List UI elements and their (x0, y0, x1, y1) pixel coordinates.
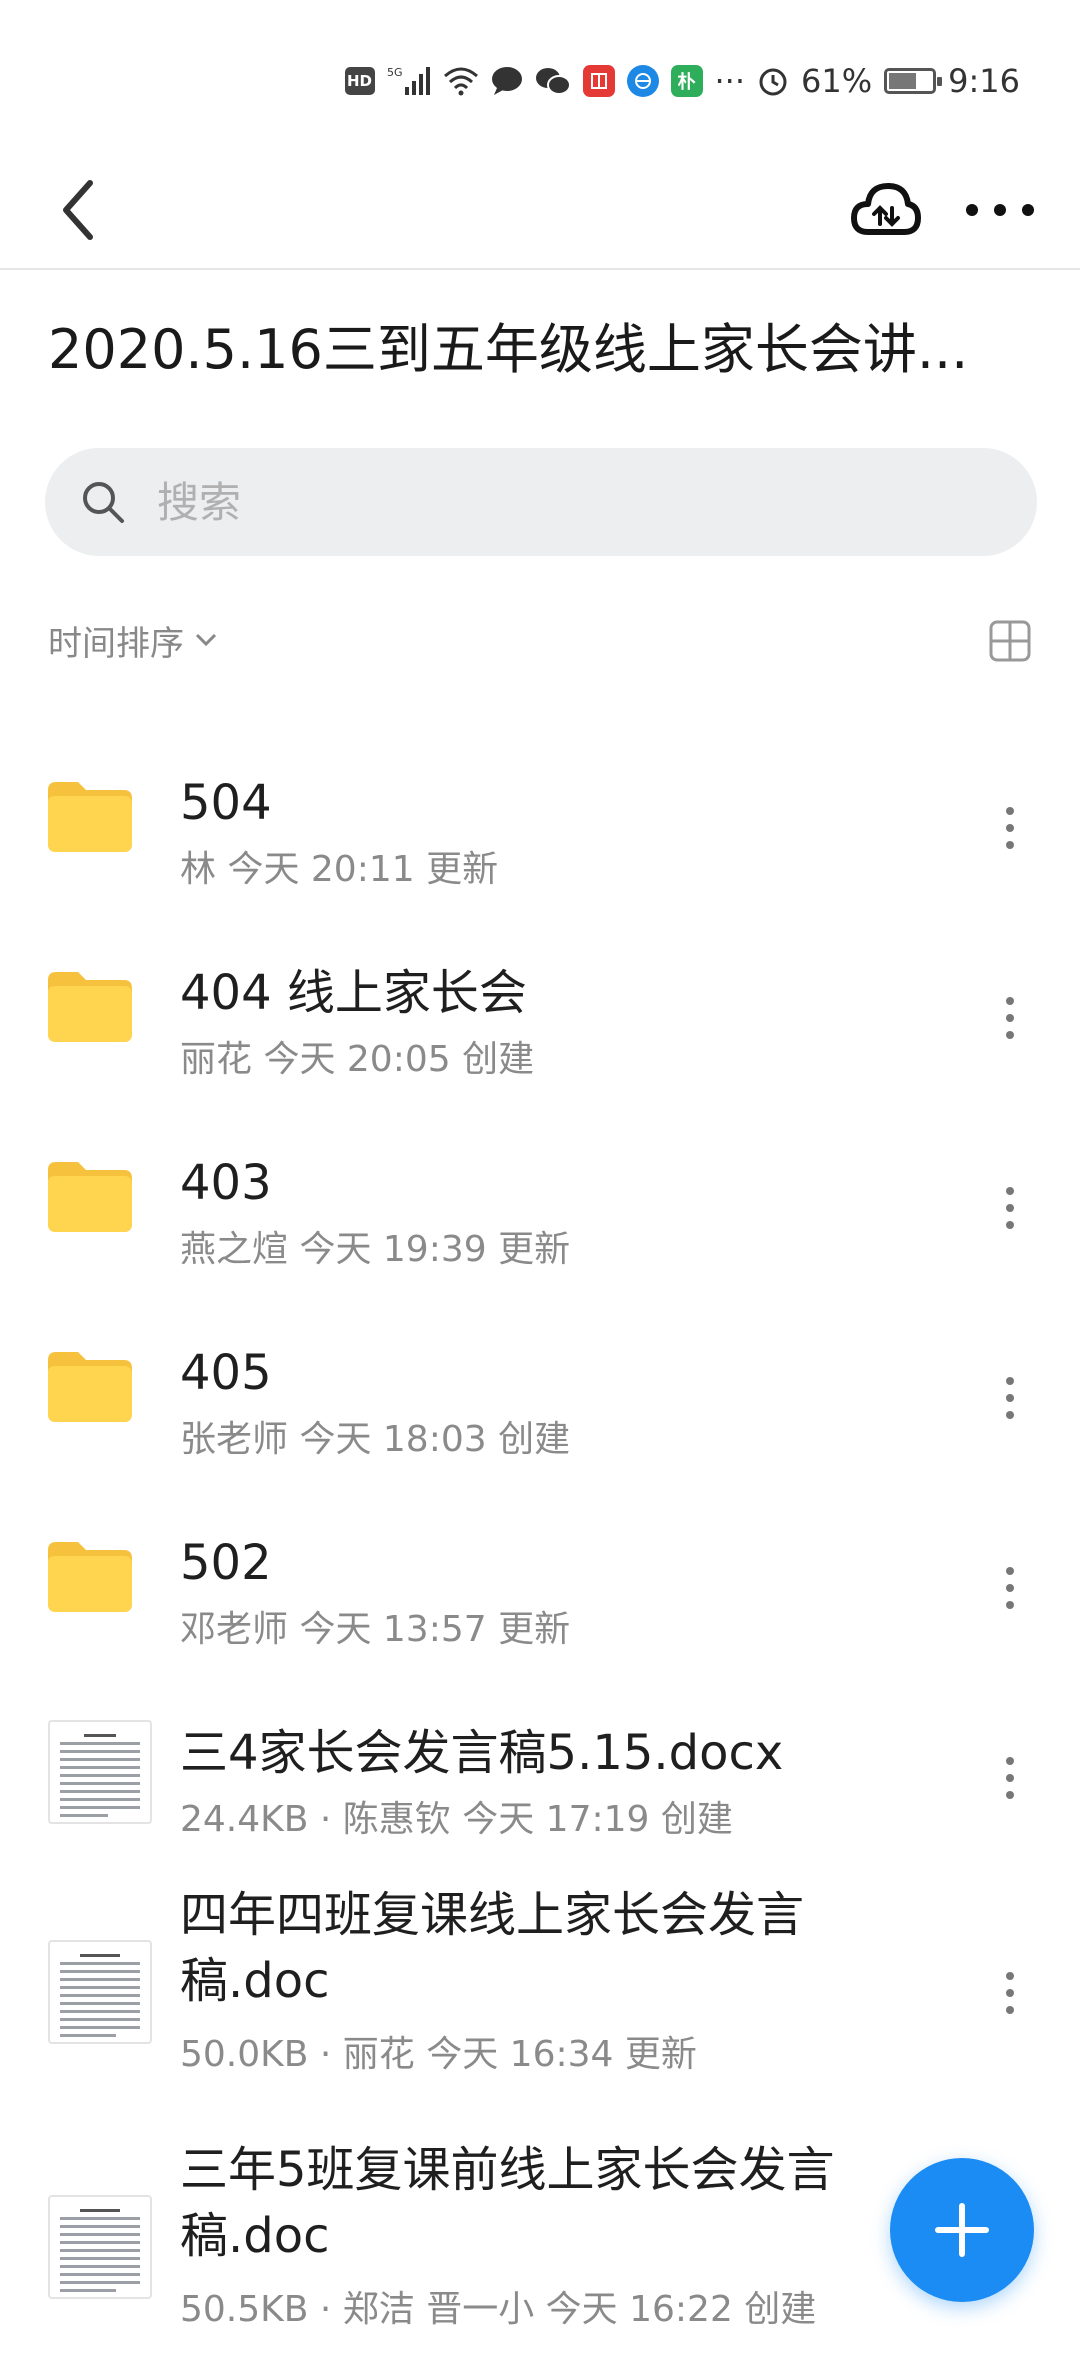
folder-icon (48, 782, 132, 856)
item-menu-button[interactable] (985, 1743, 1035, 1813)
search-icon (75, 474, 131, 530)
wechat-icon (535, 66, 571, 96)
cloud-sync-button[interactable] (846, 170, 926, 250)
file-meta: 50.5KB · 郑洁 晋一小 今天 16:22 创建 (180, 2289, 817, 2330)
file-meta: 50.0KB · 丽花 今天 16:34 更新 (180, 2034, 697, 2075)
search-input[interactable] (157, 477, 957, 527)
file-name: 405 (180, 1345, 272, 1401)
cloud-sync-icon (851, 183, 921, 235)
status-bar: HD 5G 朴 ··· 61% 9:16 (0, 0, 1080, 150)
file-name: 三4家长会发言稿5.15.docx (180, 1725, 784, 1781)
item-menu-button[interactable] (985, 793, 1035, 863)
file-name: 404 线上家长会 (180, 965, 527, 1021)
item-menu-button[interactable] (985, 983, 1035, 1053)
grid-view-icon (989, 620, 1031, 662)
hd-icon: HD (344, 67, 375, 95)
list-item[interactable]: 405 张老师 今天 18:03 创建 (0, 1300, 1080, 1460)
battery-fill (889, 73, 917, 89)
more-dots-icon (966, 204, 1034, 216)
chevron-down-icon (195, 633, 217, 647)
add-button[interactable] (890, 2158, 1034, 2302)
status-icons: HD 5G 朴 ··· 61% 9:16 (344, 56, 1020, 106)
file-meta: 丽花 今天 20:05 创建 (180, 1039, 535, 1080)
document-thumbnail (48, 1940, 152, 2044)
more-notifications: ··· (714, 62, 746, 100)
file-name: 403 (180, 1155, 272, 1211)
document-thumbnail (48, 2195, 152, 2299)
file-meta: 邓老师 今天 13:57 更新 (180, 1609, 571, 1650)
file-name: 三年5班复课前线上家长会发言稿.doc (180, 2142, 835, 2264)
clock: 9:16 (948, 62, 1020, 100)
book-app-icon (582, 65, 615, 97)
list-item[interactable]: 504 林 今天 20:11 更新 (0, 730, 1080, 890)
wifi-icon (443, 66, 479, 96)
more-options-button[interactable] (960, 170, 1040, 250)
item-menu-button[interactable] (985, 1363, 1035, 1433)
signal-icon: 5G (387, 65, 431, 97)
file-meta: 燕之煊 今天 19:39 更新 (180, 1229, 571, 1270)
vertical-dots-icon (1006, 997, 1014, 1039)
file-meta: 张老师 今天 18:03 创建 (180, 1419, 571, 1460)
app-header (0, 150, 1080, 270)
vertical-dots-icon (1006, 807, 1014, 849)
vertical-dots-icon (1006, 1972, 1014, 2014)
pu-app-icon: 朴 (670, 65, 703, 97)
list-item[interactable]: 502 邓老师 今天 13:57 更新 (0, 1490, 1080, 1650)
list-item[interactable]: 404 线上家长会 丽花 今天 20:05 创建 (0, 920, 1080, 1080)
item-menu-button[interactable] (985, 1173, 1035, 1243)
file-name: 502 (180, 1535, 272, 1591)
battery-percent: 61% (801, 62, 873, 100)
document-thumbnail (48, 1720, 152, 1824)
list-item[interactable]: 四年四班复课线上家长会发言稿.doc 50.0KB · 丽花 今天 16:34 … (0, 1870, 1080, 2110)
item-menu-button[interactable] (985, 1958, 1035, 2028)
file-name: 四年四班复课线上家长会发言稿.doc (180, 1887, 805, 2009)
folder-icon (48, 972, 132, 1046)
battery-icon (884, 68, 943, 94)
alarm-icon (757, 65, 789, 97)
folder-icon (48, 1162, 132, 1236)
message-icon (491, 66, 523, 96)
network-label: 5G (387, 66, 403, 79)
browser-app-icon (626, 65, 659, 97)
item-menu-button[interactable] (985, 1553, 1035, 1623)
back-button[interactable] (48, 172, 108, 248)
search-bar[interactable] (45, 448, 1037, 556)
sort-toolbar: 时间排序 (48, 605, 1038, 675)
vertical-dots-icon (1006, 1187, 1014, 1229)
grid-view-button[interactable] (982, 613, 1038, 669)
folder-icon (48, 1352, 132, 1426)
sort-dropdown[interactable]: 时间排序 (48, 605, 218, 675)
vertical-dots-icon (1006, 1757, 1014, 1799)
sort-label: 时间排序 (48, 623, 184, 664)
file-meta: 24.4KB · 陈惠钦 今天 17:19 创建 (180, 1799, 733, 1840)
page-title: 2020.5.16三到五年级线上家长会讲... (48, 318, 969, 381)
vertical-dots-icon (1006, 1377, 1014, 1419)
plus-icon (935, 2203, 989, 2257)
file-meta: 林 今天 20:11 更新 (180, 849, 499, 890)
list-item[interactable]: 403 燕之煊 今天 19:39 更新 (0, 1110, 1080, 1270)
vertical-dots-icon (1006, 1567, 1014, 1609)
folder-icon (48, 1542, 132, 1616)
back-arrow-icon (63, 180, 93, 240)
list-item[interactable]: 三4家长会发言稿5.15.docx 24.4KB · 陈惠钦 今天 17:19 … (0, 1680, 1080, 1840)
file-name: 504 (180, 775, 272, 831)
